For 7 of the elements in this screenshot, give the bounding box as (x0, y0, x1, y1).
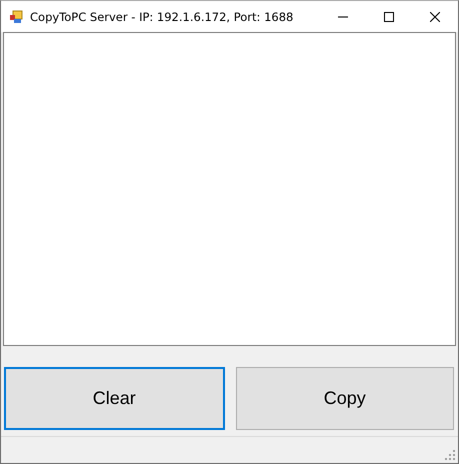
resize-grip-icon (445, 450, 456, 461)
maximize-icon[interactable] (384, 12, 394, 22)
window-title: CopyToPC Server - IP: 192.1.6.172, Port: 1688 (30, 10, 294, 24)
close-icon[interactable] (430, 12, 440, 22)
action-button[interactable]: Clear (4, 367, 224, 430)
action-button[interactable]: Copy (236, 367, 454, 430)
app-icon (9, 10, 23, 24)
